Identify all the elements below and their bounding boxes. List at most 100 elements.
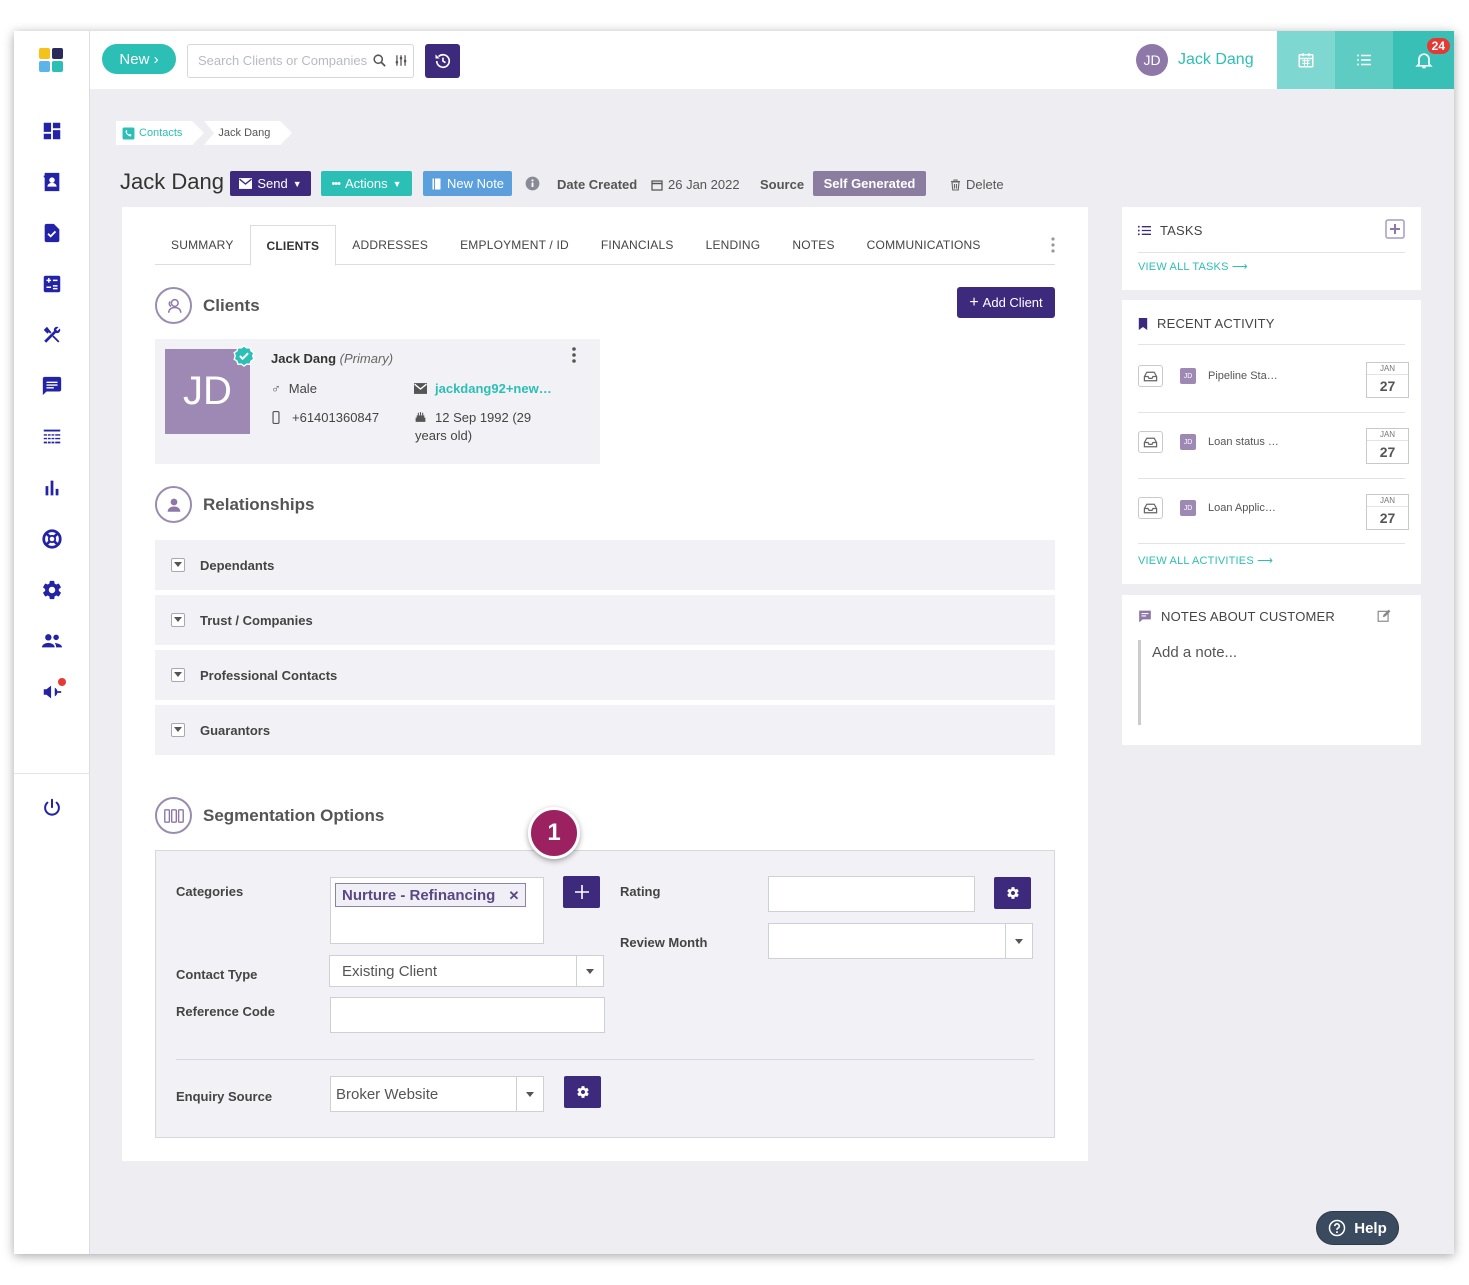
- tab-financials[interactable]: FINANCIALS: [585, 225, 690, 265]
- accordion-guarantors[interactable]: Guarantors: [155, 705, 1055, 755]
- enquiry-source-value: Broker Website: [336, 1085, 439, 1103]
- tools-icon[interactable]: [38, 321, 66, 349]
- enquiry-source-select[interactable]: Broker Website: [330, 1076, 544, 1112]
- more-vertical-icon[interactable]: [1051, 237, 1055, 258]
- user-menu[interactable]: JD Jack Dang: [1136, 44, 1254, 76]
- breadcrumb-contacts[interactable]: Contacts: [116, 121, 205, 145]
- activity-item[interactable]: JD Loan status … JAN 27: [1138, 428, 1410, 468]
- marketing-megaphone-icon[interactable]: [38, 678, 66, 706]
- tab-clients[interactable]: CLIENTS: [249, 225, 337, 266]
- client-name[interactable]: Jack Dang (Primary): [271, 351, 393, 366]
- search-icon[interactable]: [372, 53, 387, 73]
- contacts-icon[interactable]: [38, 168, 66, 196]
- settings-gear-icon[interactable]: [38, 576, 66, 604]
- help-button[interactable]: Help: [1316, 1211, 1399, 1245]
- review-month-select[interactable]: [768, 923, 1033, 959]
- reference-code-input[interactable]: [330, 997, 605, 1033]
- segmentation-divider: [176, 1059, 1034, 1060]
- accordion-trust-companies[interactable]: Trust / Companies: [155, 595, 1055, 645]
- client-email[interactable]: jackdang92+new…: [414, 381, 552, 396]
- send-button[interactable]: Send ▼: [230, 171, 311, 196]
- client-card[interactable]: JD Jack Dang (Primary) ♂ Male jackdang92…: [155, 339, 600, 464]
- accordion-professional-contacts[interactable]: Professional Contacts: [155, 650, 1055, 700]
- note-input[interactable]: Add a note...: [1138, 640, 1405, 725]
- verified-check-icon: [233, 345, 255, 367]
- client-dob-line1: 12 Sep 1992 (29: [435, 410, 532, 425]
- tab-lending[interactable]: LENDING: [690, 225, 777, 265]
- rating-input[interactable]: [768, 876, 975, 912]
- new-note-button[interactable]: New Note: [423, 171, 512, 196]
- expand-toggle-icon: [171, 668, 185, 682]
- tasks-divider: [1138, 252, 1405, 253]
- messages-icon[interactable]: [38, 372, 66, 400]
- delete-button[interactable]: Delete: [950, 177, 1004, 192]
- support-lifebuoy-icon[interactable]: [38, 525, 66, 553]
- activity-day: 27: [1379, 444, 1396, 460]
- filter-sliders-icon[interactable]: [394, 53, 408, 73]
- edit-note-icon[interactable]: [1377, 609, 1391, 628]
- tab-communications[interactable]: COMMUNICATIONS: [851, 225, 997, 265]
- calendar-button[interactable]: [1277, 31, 1335, 89]
- new-button[interactable]: New ›: [102, 44, 176, 74]
- chevron-down-icon: ▼: [292, 178, 302, 189]
- info-icon[interactable]: [525, 176, 540, 196]
- task-list-button[interactable]: [1335, 31, 1393, 89]
- review-month-label: Review Month: [620, 935, 708, 950]
- expand-toggle-icon: [171, 613, 185, 627]
- dots-icon: •••: [331, 177, 341, 190]
- dashboard-icon[interactable]: [38, 117, 66, 145]
- male-icon: ♂: [271, 381, 281, 396]
- recent-activity-header: RECENT ACTIVITY: [1138, 316, 1275, 331]
- tab-employment-id[interactable]: EMPLOYMENT / ID: [444, 225, 585, 265]
- list-icon: [1357, 54, 1371, 66]
- categories-field[interactable]: Nurture - Refinancing ✕: [330, 877, 544, 944]
- team-icon[interactable]: [38, 627, 66, 655]
- segmentation-title: Segmentation Options: [203, 805, 385, 825]
- application-doc-icon[interactable]: [38, 219, 66, 247]
- calendar-small-icon: [651, 179, 663, 191]
- recent-history-button[interactable]: [425, 44, 460, 78]
- view-all-tasks-link[interactable]: VIEW ALL TASKS ⟶: [1138, 260, 1248, 273]
- client-dob-line2: years old): [415, 428, 473, 443]
- recent-activity-title: RECENT ACTIVITY: [1157, 316, 1275, 331]
- activity-item[interactable]: JD Pipeline Sta… JAN 27: [1138, 362, 1410, 402]
- app-logo[interactable]: [39, 48, 63, 74]
- tab-notes[interactable]: NOTES: [776, 225, 850, 265]
- tab-summary[interactable]: SUMMARY: [155, 225, 250, 265]
- accordion-label: Dependants: [200, 557, 275, 573]
- activity-date: JAN 27: [1366, 362, 1409, 398]
- activity-month: JAN: [1367, 429, 1408, 441]
- add-client-label: Add Client: [982, 295, 1043, 310]
- bar-chart-icon[interactable]: [38, 474, 66, 502]
- search-input[interactable]: [198, 53, 368, 68]
- main-panel: SUMMARY CLIENTS ADDRESSES EMPLOYMENT / I…: [122, 207, 1088, 1161]
- enquiry-source-settings-button[interactable]: [564, 1076, 601, 1108]
- client-dob: 12 Sep 1992 (29 years old): [414, 410, 531, 443]
- tab-addresses[interactable]: ADDRESSES: [336, 225, 444, 265]
- reference-code-label: Reference Code: [176, 1004, 275, 1019]
- activity-item[interactable]: JD Loan Applic… JAN 27: [1138, 494, 1410, 534]
- add-category-button[interactable]: [563, 876, 600, 908]
- actions-button[interactable]: ••• Actions ▼: [321, 171, 412, 196]
- client-more-icon[interactable]: [572, 347, 576, 368]
- client-email-text: jackdang92+new…: [435, 381, 552, 396]
- calculator-icon[interactable]: [38, 270, 66, 298]
- clients-section-icon: [155, 287, 192, 324]
- client-phone[interactable]: +61401360847: [271, 410, 379, 425]
- add-client-button[interactable]: + Add Client: [957, 287, 1055, 318]
- view-all-activities-link[interactable]: VIEW ALL ACTIVITIES ⟶: [1138, 554, 1273, 567]
- notifications-button[interactable]: 24: [1393, 31, 1454, 89]
- breadcrumb-current: Jack Dang: [204, 121, 293, 145]
- remove-chip-icon[interactable]: ✕: [508, 888, 519, 904]
- rating-settings-button[interactable]: [994, 877, 1031, 909]
- activity-avatar: JD: [1180, 434, 1196, 450]
- accordion-dependants[interactable]: Dependants: [155, 540, 1055, 590]
- relationships-title: Relationships: [203, 494, 315, 514]
- add-task-icon[interactable]: [1385, 219, 1405, 244]
- power-icon[interactable]: [38, 794, 66, 822]
- tasks-header: TASKS: [1138, 223, 1203, 238]
- tasks-title: TASKS: [1160, 223, 1203, 238]
- table-report-icon[interactable]: [38, 423, 66, 451]
- contact-type-select[interactable]: Existing Client: [329, 955, 604, 987]
- notifications-badge: 24: [1426, 38, 1450, 54]
